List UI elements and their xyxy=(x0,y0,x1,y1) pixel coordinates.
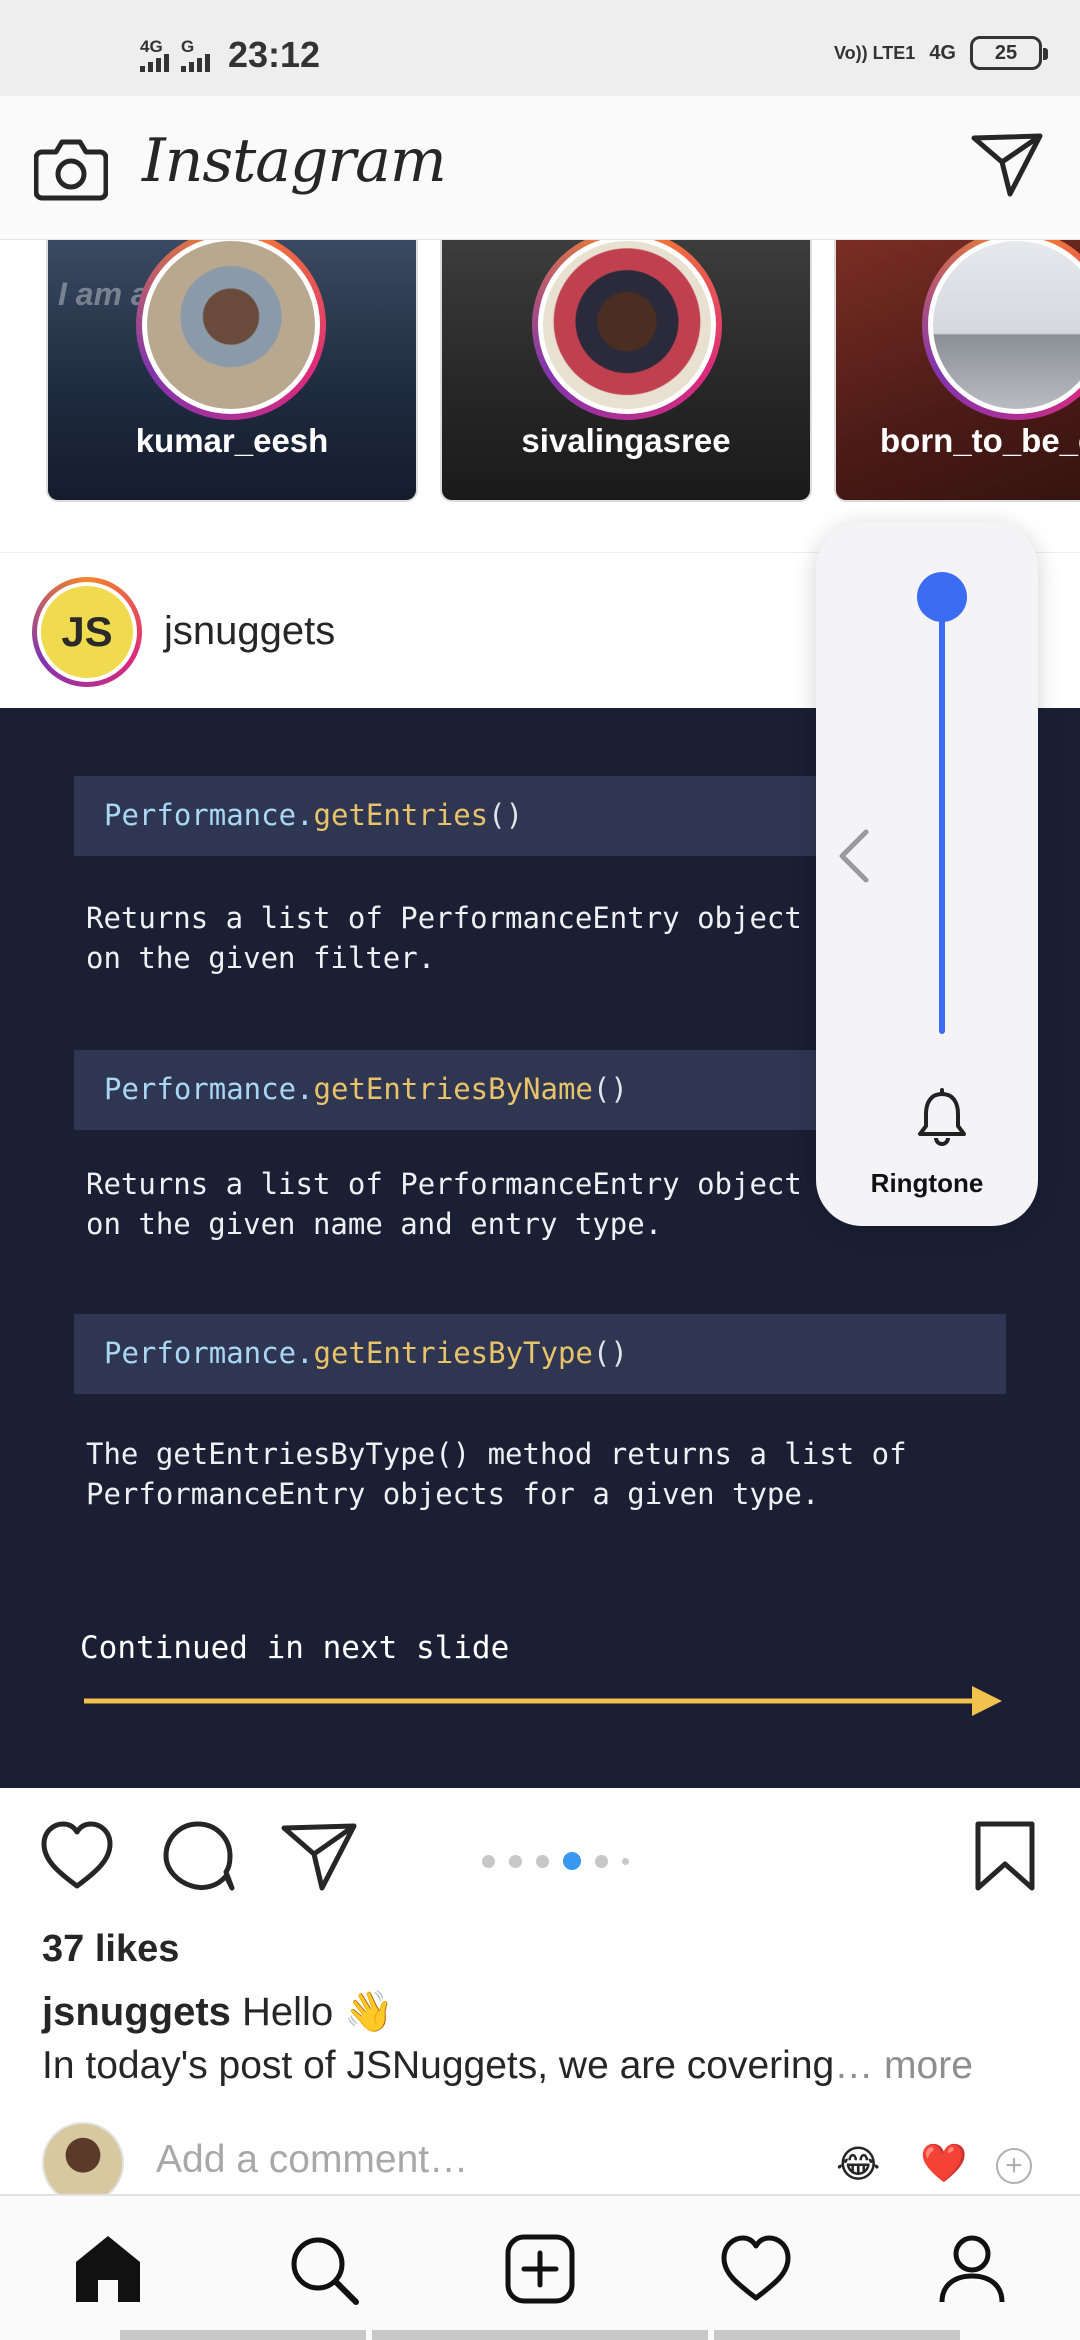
carousel-indicator xyxy=(482,1852,629,1870)
battery-icon: 25 xyxy=(970,36,1048,70)
carousel-dot xyxy=(536,1854,549,1868)
signal-bars-icon xyxy=(140,53,169,72)
signal-bars-icon xyxy=(181,53,210,72)
story-card[interactable]: I am a e egg kumar_eesh xyxy=(46,240,418,502)
signal-sim1: 4G xyxy=(140,36,169,72)
signal-sim2: G xyxy=(181,36,210,72)
network-type-2: G xyxy=(181,36,195,56)
gesture-bar xyxy=(120,2330,366,2340)
network-type-1: 4G xyxy=(140,36,163,56)
search-icon[interactable] xyxy=(286,2232,362,2306)
status-right: Vo)) LTE1 4G 25 xyxy=(833,36,1048,70)
code-signature: Performance.getEntriesByName() xyxy=(104,1072,628,1106)
caption-username[interactable]: jsnuggets xyxy=(42,1990,231,2034)
volume-slider-track[interactable] xyxy=(939,594,945,1034)
add-post-icon[interactable] xyxy=(502,2232,578,2306)
story-avatar xyxy=(147,241,315,409)
paper-plane-icon[interactable] xyxy=(970,132,1044,198)
story-avatar xyxy=(543,241,711,409)
code-signature: Performance.getEntriesByType() xyxy=(104,1336,628,1370)
carousel-dot xyxy=(509,1854,522,1868)
plus-circle-icon[interactable]: + xyxy=(996,2148,1032,2184)
comment-input[interactable]: Add a comment… xyxy=(156,2138,468,2182)
code-signature: Performance.getEntries() xyxy=(104,798,524,832)
code-description: The getEntriesByType() method returns a … xyxy=(86,1437,907,1511)
volume-slider-thumb[interactable] xyxy=(917,572,967,622)
carousel-dot xyxy=(622,1857,629,1865)
bottom-nav xyxy=(0,2194,1080,2340)
likes-count[interactable]: 37 likes xyxy=(42,1928,179,1971)
story-username: born_to_be_e xyxy=(880,422,1080,459)
js-logo: JS xyxy=(41,586,133,678)
caption-body: In today's post of JSNuggets, we are cov… xyxy=(42,2044,835,2087)
story-ring xyxy=(532,240,722,420)
camera-icon[interactable] xyxy=(34,132,108,204)
code-description: Returns a list of PerformanceEntry objec… xyxy=(86,1167,802,1241)
continued-label: Continued in next slide xyxy=(80,1630,510,1666)
caption-text: Hello 👋 xyxy=(242,1990,395,2034)
app-header: Instagram xyxy=(0,96,1080,240)
stories-tray: I am a e egg kumar_eesh sivalingasree bo… xyxy=(0,240,1080,552)
carousel-dot xyxy=(482,1854,495,1868)
comment-icon[interactable] xyxy=(160,1818,238,1894)
network-type-right: 4G xyxy=(929,41,956,64)
heart-icon[interactable] xyxy=(38,1818,116,1894)
caption: jsnuggets Hello 👋 xyxy=(42,1988,394,2035)
code-description: Returns a list of PerformanceEntry objec… xyxy=(86,901,802,975)
post-username[interactable]: jsnuggets xyxy=(164,609,335,654)
story-avatar xyxy=(933,241,1080,409)
story-username: kumar_eesh xyxy=(135,422,329,459)
story-card[interactable]: sivalingasree xyxy=(440,240,812,502)
more-link[interactable]: … more xyxy=(834,2044,973,2087)
bookmark-icon[interactable] xyxy=(970,1818,1040,1894)
laughing-emoji-icon[interactable]: 😂 xyxy=(836,2142,880,2187)
gesture-bar xyxy=(372,2330,708,2340)
heart-emoji-icon[interactable]: ❤️ xyxy=(920,2142,967,2186)
status-left: 4G G 23:12 xyxy=(140,34,320,76)
caption-line: In today's post of JSNuggets, we are cov… xyxy=(42,2044,973,2088)
volume-stream-label: Ringtone xyxy=(870,1168,984,1198)
gesture-bar xyxy=(714,2330,960,2340)
volume-panel: Ringtone xyxy=(816,522,1038,1226)
bell-icon[interactable] xyxy=(914,1088,970,1148)
paper-plane-icon[interactable] xyxy=(280,1818,358,1894)
story-ring xyxy=(136,240,326,420)
arrow-right-icon xyxy=(84,1686,1002,1716)
activity-heart-icon[interactable] xyxy=(718,2232,794,2306)
add-comment-row: Add a comment… 😂 ❤️ + xyxy=(0,2118,1080,2204)
home-icon[interactable] xyxy=(70,2232,146,2306)
story-card[interactable]: born_to_be_e xyxy=(834,240,1080,502)
story-ring xyxy=(922,240,1080,420)
clock: 23:12 xyxy=(228,34,321,75)
carousel-dot-active xyxy=(563,1852,581,1870)
status-bar: 4G G 23:12 Vo)) LTE1 4G 25 xyxy=(0,0,1080,96)
post-avatar[interactable]: JS xyxy=(32,577,142,687)
battery-level: 25 xyxy=(994,41,1018,64)
avatar xyxy=(42,2122,124,2204)
carousel-dot xyxy=(595,1854,608,1868)
instagram-logo[interactable]: Instagram xyxy=(142,126,447,196)
story-username: sivalingasree xyxy=(521,422,731,459)
code-block: Performance.getEntriesByType() xyxy=(74,1314,1006,1394)
volte-indicator: Vo)) LTE1 xyxy=(833,43,916,63)
profile-icon[interactable] xyxy=(934,2232,1010,2306)
chevron-left-icon[interactable] xyxy=(834,826,874,886)
